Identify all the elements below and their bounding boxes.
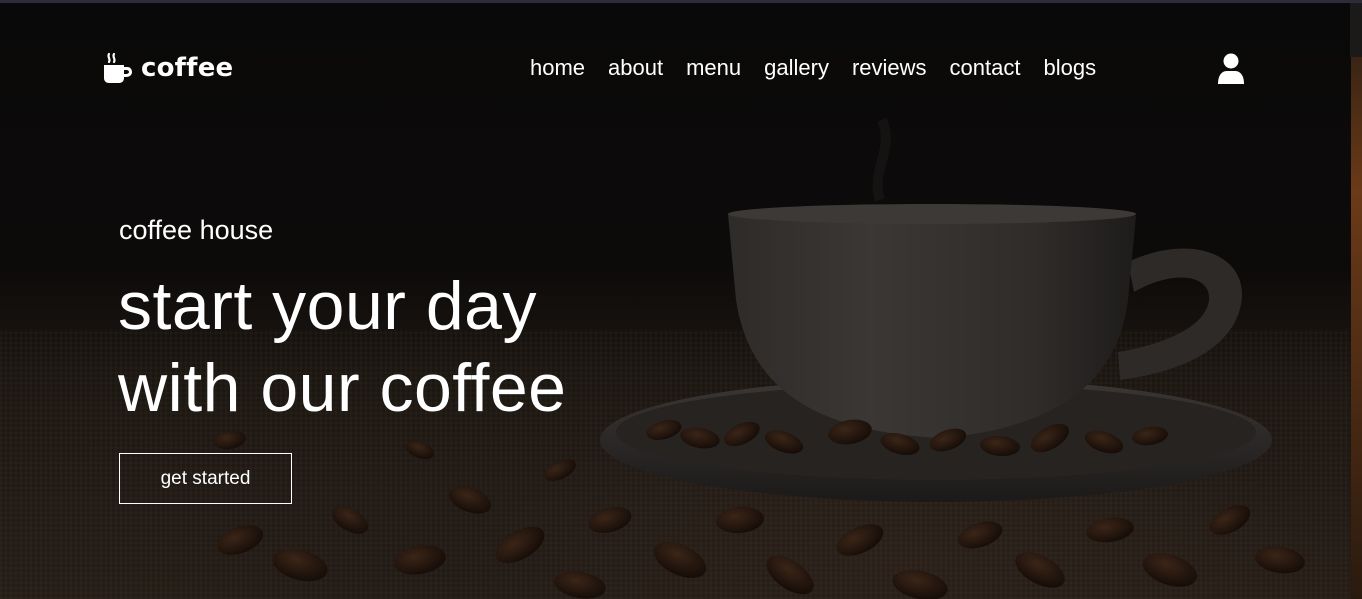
brand-name: coffee (141, 53, 234, 83)
nav-home[interactable]: home (530, 54, 585, 82)
edge-strip (1350, 3, 1362, 57)
nav-reviews[interactable]: reviews (852, 54, 927, 82)
brand-logo[interactable]: coffee (103, 52, 233, 84)
headline-line-1: start your day (118, 268, 537, 344)
nav-contact[interactable]: contact (950, 54, 1021, 82)
mug-hot-icon (104, 52, 132, 83)
hero-eyebrow: coffee house (119, 215, 274, 245)
main-nav: home about menu gallery reviews contact … (530, 54, 1119, 82)
nav-gallery[interactable]: gallery (764, 54, 829, 82)
headline-line-2: with our coffee (118, 350, 567, 426)
get-started-button[interactable]: get started (119, 453, 292, 504)
edge-strip-brown (1351, 57, 1362, 599)
hero-page: coffee home about menu gallery reviews c… (0, 0, 1362, 599)
nav-blogs[interactable]: blogs (1043, 54, 1096, 82)
user-icon[interactable] (1217, 53, 1245, 84)
hero-headline: start your day with our coffee (118, 265, 567, 429)
nav-about[interactable]: about (608, 54, 663, 82)
nav-menu[interactable]: menu (686, 54, 741, 82)
